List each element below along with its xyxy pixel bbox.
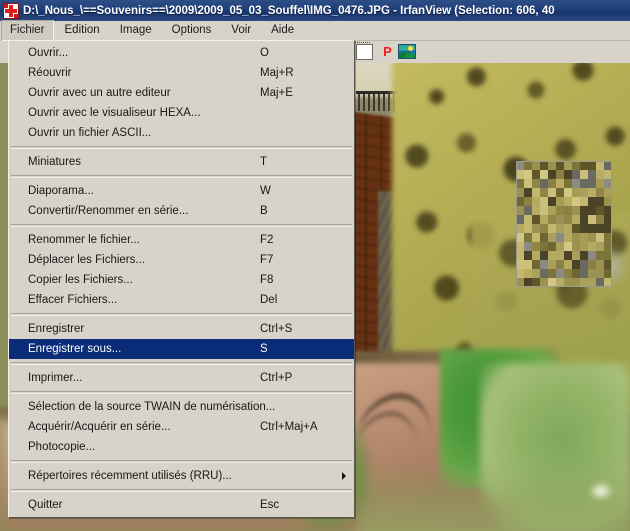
menu-item-label: Convertir/Renommer en série... bbox=[28, 205, 189, 217]
menu-item-enregistrer[interactable]: Enregistrer Ctrl+S bbox=[9, 319, 354, 339]
menu-item-label: Renommer le fichier... bbox=[28, 234, 140, 246]
menu-item-label: Réouvrir bbox=[28, 67, 72, 79]
menu-item-label: Copier les Fichiers... bbox=[28, 274, 133, 286]
window-title: D:\_Nous_\==Souvenirs==\2009\2009_05_03_… bbox=[23, 4, 555, 17]
menu-separator bbox=[11, 313, 352, 316]
menu-item-shortcut: O bbox=[260, 47, 269, 59]
menu-item-shortcut: W bbox=[260, 185, 271, 197]
menu-item-label: Quitter bbox=[28, 499, 63, 511]
irfanview-window: D:\_Nous_\==Souvenirs==\2009\2009_05_03_… bbox=[0, 0, 630, 531]
menu-item-d-placer-les-fichiers[interactable]: Déplacer les Fichiers... F7 bbox=[9, 250, 354, 270]
menu-voir[interactable]: Voir bbox=[222, 20, 260, 41]
menu-item-label: Enregistrer sous... bbox=[28, 343, 122, 355]
menu-item-ouvrir[interactable]: Ouvrir... O bbox=[9, 43, 354, 63]
menu-fichier[interactable]: Fichier bbox=[1, 20, 54, 41]
menu-separator bbox=[11, 460, 352, 463]
menu-item-imprimer[interactable]: Imprimer... Ctrl+P bbox=[9, 368, 354, 388]
menu-item-shortcut: F7 bbox=[260, 254, 274, 266]
title-bar: D:\_Nous_\==Souvenirs==\2009\2009_05_03_… bbox=[0, 0, 630, 21]
menu-item-diaporama[interactable]: Diaporama... W bbox=[9, 181, 354, 201]
menu-item-shortcut: Ctrl+Maj+A bbox=[260, 421, 318, 433]
photo-highlight bbox=[588, 481, 614, 501]
menu-item-label: Répertoires récemment utilisés (RRU)... bbox=[28, 470, 232, 482]
image-thumbnail-icon[interactable] bbox=[398, 44, 416, 59]
menu-item-shortcut: F8 bbox=[260, 274, 274, 286]
menu-item-ouvrir-avec-un-autre-editeur[interactable]: Ouvrir avec un autre editeur Maj+E bbox=[9, 83, 354, 103]
menu-item-renommer-le-fichier[interactable]: Renommer le fichier... F2 bbox=[9, 230, 354, 250]
menu-item-shortcut: Maj+E bbox=[260, 87, 293, 99]
menu-image[interactable]: Image bbox=[111, 20, 161, 41]
menu-item-label: Imprimer... bbox=[28, 372, 83, 384]
menu-item-ouvrir-un-fichier-ascii[interactable]: Ouvrir un fichier ASCII... bbox=[9, 123, 354, 143]
menu-item-r-pertoires-r-cemment-utilis-s-rru[interactable]: Répertoires récemment utilisés (RRU)... bbox=[9, 466, 354, 486]
menu-item-shortcut: B bbox=[260, 205, 268, 217]
menu-item-copier-les-fichiers[interactable]: Copier les Fichiers... F8 bbox=[9, 270, 354, 290]
submenu-arrow-icon bbox=[342, 472, 346, 480]
menu-aide[interactable]: Aide bbox=[262, 20, 303, 41]
menu-item-shortcut: F2 bbox=[260, 234, 274, 246]
pdf-print-icon[interactable]: P bbox=[379, 44, 396, 60]
menu-item-label: Diaporama... bbox=[28, 185, 94, 197]
menu-item-shortcut: Maj+R bbox=[260, 67, 294, 79]
menu-item-label: Acquérir/Acquérir en série... bbox=[28, 421, 171, 433]
menu-item-label: Ouvrir un fichier ASCII... bbox=[28, 127, 152, 139]
menu-item-ouvrir-avec-le-visualiseur-hexa[interactable]: Ouvrir avec le visualiseur HEXA... bbox=[9, 103, 354, 123]
menu-item-label: Effacer Fichiers... bbox=[28, 294, 118, 306]
menu-item-effacer-fichiers[interactable]: Effacer Fichiers... Del bbox=[9, 290, 354, 310]
menu-item-label: Ouvrir avec le visualiseur HEXA... bbox=[28, 107, 201, 119]
menu-item-shortcut: Del bbox=[260, 294, 278, 306]
menu-item-label: Déplacer les Fichiers... bbox=[28, 254, 145, 266]
menu-item-shortcut: Ctrl+P bbox=[260, 372, 293, 384]
menu-item-label: Photocopie... bbox=[28, 441, 96, 453]
menu-item-shortcut: T bbox=[260, 156, 268, 168]
menu-bar: Fichier Edition Image Options Voir Aide bbox=[0, 20, 630, 41]
menu-item-miniatures[interactable]: Miniatures T bbox=[9, 152, 354, 172]
menu-item-label: Ouvrir avec un autre editeur bbox=[28, 87, 171, 99]
menu-separator bbox=[11, 175, 352, 178]
menu-item-shortcut: Ctrl+S bbox=[260, 323, 293, 335]
menu-item-shortcut: S bbox=[260, 343, 268, 355]
menu-item-label: Sélection de la source TWAIN de numérisa… bbox=[28, 401, 276, 413]
menu-separator bbox=[11, 362, 352, 365]
menu-item-enregistrer-sous[interactable]: Enregistrer sous... S bbox=[9, 339, 354, 359]
menu-item-label: Enregistrer bbox=[28, 323, 85, 335]
menu-item-r-ouvrir[interactable]: Réouvrir Maj+R bbox=[9, 63, 354, 83]
menu-separator bbox=[11, 224, 352, 227]
crop-selection-icon[interactable] bbox=[354, 42, 373, 60]
menu-separator bbox=[11, 489, 352, 492]
menu-edition[interactable]: Edition bbox=[56, 20, 109, 41]
menu-item-s-lection-de-la-source-twain-de-num-risation[interactable]: Sélection de la source TWAIN de numérisa… bbox=[9, 397, 354, 417]
selection-rectangle[interactable] bbox=[516, 161, 612, 287]
menu-item-quitter[interactable]: Quitter Esc bbox=[9, 495, 354, 515]
irfanview-icon bbox=[3, 2, 19, 19]
menu-item-shortcut: Esc bbox=[260, 499, 280, 511]
menu-item-label: Ouvrir... bbox=[28, 47, 69, 59]
menu-item-photocopie[interactable]: Photocopie... bbox=[9, 437, 354, 457]
menu-item-label: Miniatures bbox=[28, 156, 82, 168]
menu-item-convertir-renommer-en-s-rie[interactable]: Convertir/Renommer en série... B bbox=[9, 201, 354, 221]
menu-item-acqu-rir-acqu-rir-en-s-rie[interactable]: Acquérir/Acquérir en série... Ctrl+Maj+A bbox=[9, 417, 354, 437]
menu-options[interactable]: Options bbox=[163, 20, 221, 41]
menu-separator bbox=[11, 391, 352, 394]
file-menu-dropdown[interactable]: Ouvrir... O Réouvrir Maj+R Ouvrir avec un au… bbox=[8, 40, 355, 518]
menu-separator bbox=[11, 146, 352, 149]
